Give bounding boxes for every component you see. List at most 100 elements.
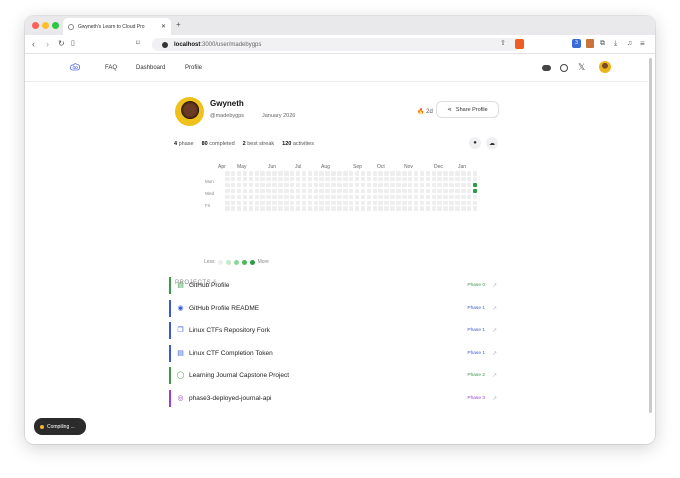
heatmap-cell [443,182,448,188]
heatmap-cell [366,194,372,200]
heatmap-cell [407,206,413,211]
heatmap-cell [248,194,254,200]
heatmap-cell [319,206,324,211]
minimize-window-button[interactable] [42,22,49,29]
project-title[interactable]: phase3-deployed-journal-api [189,395,271,402]
menu-icon[interactable]: ≡ [640,39,645,49]
discord-icon[interactable] [542,65,551,71]
scrollbar[interactable] [649,58,652,413]
nav-faq[interactable]: FAQ [105,65,117,71]
project-title[interactable]: GitHub Profile [189,282,229,289]
brave-shield-icon[interactable] [515,39,524,49]
heatmap-cell [455,171,460,176]
heatmap-cell [360,171,366,176]
legend-swatch [225,259,231,265]
extensions-puzzle-icon[interactable]: ⧉ [600,39,605,49]
heatmap-cell [443,194,448,200]
badge-github-icon[interactable]: ● [469,137,481,149]
heatmap-cell [443,206,448,211]
download-icon[interactable]: ⤓ [614,39,617,49]
external-link-icon[interactable]: ↗ [492,305,497,312]
close-tab-icon[interactable]: ✕ [161,23,166,30]
heatmap-cell [248,182,254,188]
x-icon[interactable]: 𝕏 [578,62,585,73]
heatmap-cell [378,206,383,211]
share-profile-button[interactable]: ⋖ Share Profile [436,101,499,118]
sidebar-icon[interactable]: ▯ [71,39,75,49]
heatmap-cell [390,171,395,176]
extension-badge-icon[interactable]: 3 [572,39,581,48]
heatmap-cell [461,194,466,200]
project-row[interactable]: ▤ GitHub Profile Phase 0 ↗ [169,277,499,294]
external-link-icon[interactable]: ↗ [492,282,497,289]
heatmap-cell [461,171,466,176]
maximize-window-button[interactable] [52,22,59,29]
heatmap-cell [301,194,307,200]
legend-swatch [217,259,223,265]
heatmap-cell [301,206,307,211]
legend-swatch [249,259,255,265]
external-link-icon[interactable]: ↗ [492,350,497,357]
heatmap-cell [437,182,442,188]
project-row[interactable]: ◯ Learning Journal Capstone Project Phase … [169,367,499,384]
project-title[interactable]: GitHub Profile README [189,305,259,312]
heatmap-cell [254,200,260,206]
heatmap-cell [307,176,313,182]
heatmap-cell [307,206,313,211]
address-bar[interactable]: localhost :3000/user/madebygps [152,38,522,51]
site-info-icon[interactable] [162,41,168,48]
heatmap-cell [325,176,330,182]
nav-profile[interactable]: Profile [185,65,202,71]
heatmap-cell [449,194,454,200]
external-link-icon[interactable]: ↗ [492,327,497,334]
heatmap-cell [331,206,336,211]
heatmap-cell [319,171,324,176]
project-row[interactable]: ◎ phase3-deployed-journal-api Phase 3 ↗ [169,389,499,407]
browser-tab[interactable]: Gwyneth's Learn to Cloud Pro ✕ [63,18,171,35]
site-logo-icon[interactable] [69,62,81,72]
user-avatar[interactable] [599,61,611,73]
close-window-button[interactable] [32,22,39,29]
forward-icon[interactable]: › [46,39,49,49]
new-tab-icon[interactable]: + [176,20,181,29]
back-icon[interactable]: ‹ [32,39,35,49]
profile-stats: 4 phase 80 completed 2 best streak 120 a… [174,141,314,147]
heatmap-cell [360,194,366,200]
bookmark-icon[interactable]: ⌑ [136,39,140,49]
badge-cloud-icon[interactable]: ☁ [486,137,498,149]
month-label: Apr [218,164,226,170]
heatmap-cell [366,200,372,206]
project-row[interactable]: ▤ Linux CTF Completion Token Phase 1 ↗ [169,344,499,362]
month-label: Jul [295,164,302,170]
share-page-icon[interactable]: ⇧ [500,39,506,49]
project-title[interactable]: Linux CTFs Repository Fork [189,327,270,334]
heatmap-cell [461,200,466,206]
extension-icon[interactable] [586,39,594,48]
day-label: Fri [205,203,211,208]
media-icon[interactable]: ♫ [627,39,632,49]
heatmap-cell [472,171,478,176]
heatmap-cell [319,200,324,206]
project-title[interactable]: Learning Journal Capstone Project [189,372,289,379]
heatmap-cell [248,176,254,182]
heatmap-cell [284,200,289,206]
heatmap-cell [449,171,454,176]
external-link-icon[interactable]: ↗ [492,395,497,402]
heatmap-cell [390,188,395,194]
project-row[interactable]: ◉ GitHub Profile README Phase 1 ↗ [169,299,499,317]
heatmap-cell [272,176,277,182]
streak-days: 2d [426,109,433,115]
heatmap-cell [378,200,383,206]
github-icon[interactable] [560,64,568,72]
reload-icon[interactable]: ↻ [58,39,65,49]
heatmap-cell [325,188,330,194]
nav-dashboard[interactable]: Dashboard [136,65,165,71]
heatmap-cell [437,188,442,194]
heatmap-cell [461,182,466,188]
project-row[interactable]: ❐ Linux CTFs Repository Fork Phase 1 ↗ [169,322,499,339]
heatmap-cell [307,182,313,188]
external-link-icon[interactable]: ↗ [492,372,497,379]
heatmap-cell [248,188,254,194]
project-title[interactable]: Linux CTF Completion Token [189,350,273,357]
month-label: Dec [434,164,443,170]
